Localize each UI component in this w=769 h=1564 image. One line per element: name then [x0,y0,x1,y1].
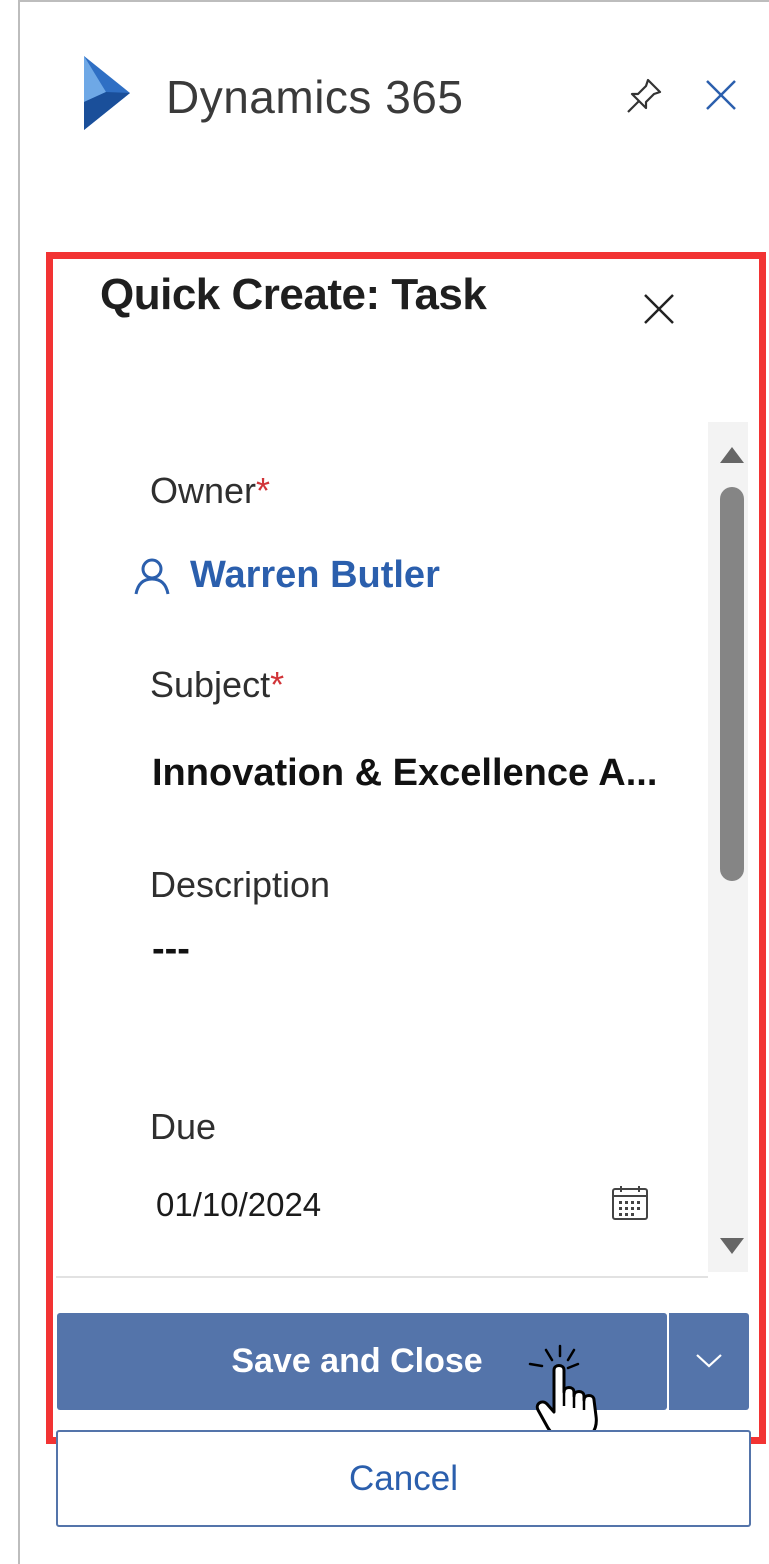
owner-lookup-link[interactable]: Warren Butler [132,554,440,597]
cancel-button[interactable]: Cancel [56,1430,751,1527]
subject-label: Subject* [150,664,285,705]
description-field[interactable]: --- [152,928,190,971]
pin-icon[interactable] [624,76,664,116]
scroll-down-arrow-icon[interactable] [720,1238,744,1254]
scroll-up-arrow-icon[interactable] [720,447,744,463]
owner-label: Owner* [150,470,271,511]
owner-value: Warren Butler [190,554,440,596]
scrollbar-thumb[interactable] [720,487,744,881]
save-options-dropdown-button[interactable] [667,1313,749,1410]
required-mark: * [256,470,271,511]
close-icon[interactable] [704,78,738,112]
app-title: Dynamics 365 [166,71,464,123]
person-icon [134,558,170,594]
due-label: Due [150,1106,217,1147]
close-icon[interactable] [642,292,676,326]
footer-divider [56,1276,708,1278]
chevron-down-icon [696,1354,722,1368]
required-mark: * [270,664,285,705]
save-and-close-button[interactable]: Save and Close [57,1313,667,1410]
due-date-field[interactable]: 01/10/2024 [156,1186,321,1224]
calendar-icon[interactable] [610,1184,650,1222]
panel-header: Dynamics 365 [0,0,769,190]
description-label: Description [150,864,331,905]
highlight-box [46,252,766,1444]
dynamics-logo-icon [84,56,130,130]
subject-field[interactable]: Innovation & Excellence A... [152,752,657,795]
quick-create-title: Quick Create: Task [100,270,487,319]
